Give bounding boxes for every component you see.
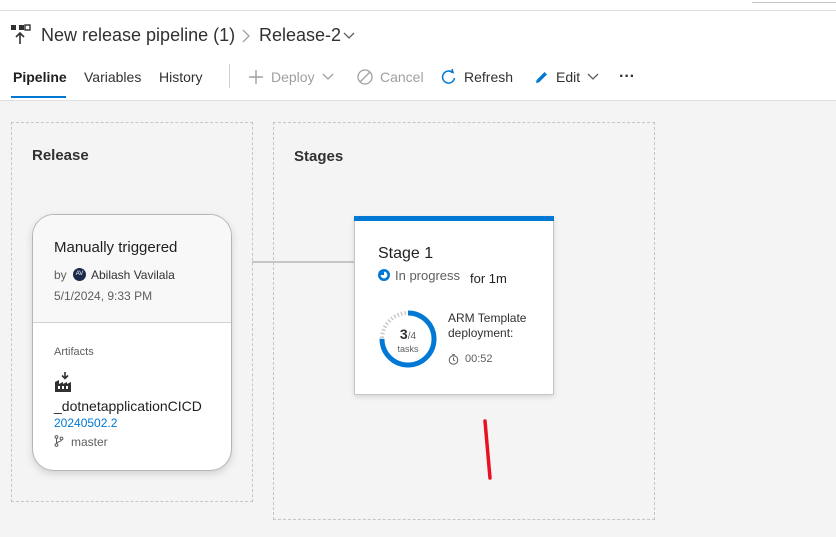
deploy-label: Deploy — [271, 69, 315, 85]
current-task-name: ARM Template deployment: — [448, 311, 527, 340]
tasks-unit: tasks — [397, 344, 419, 354]
stage-status: In progress — [395, 268, 461, 283]
stage-name: Stage 1 — [378, 245, 434, 262]
header-divider — [0, 10, 836, 11]
tasks-done: 3 — [399, 326, 408, 342]
tasks-total: /4 — [407, 331, 417, 342]
branch-icon — [54, 435, 64, 447]
artifacts-label: Artifacts — [54, 346, 94, 358]
stage-duration: for 1m — [470, 271, 507, 286]
refresh-label: Refresh — [464, 69, 514, 85]
tab-variables[interactable]: Variables — [84, 69, 141, 85]
release-dropdown-chevron-icon[interactable] — [342, 30, 356, 42]
breadcrumb-pipeline[interactable]: New release pipeline (1) — [41, 25, 235, 46]
trigger-by-label: by — [54, 268, 67, 282]
trigger-panel: Manually triggered by AV Abilash Vavilal… — [33, 215, 231, 323]
stage-card[interactable]: Stage 1 In progress for 1m 3/4 tasks ARM… — [354, 216, 554, 395]
artifact-version-link[interactable]: 20240502.2 — [54, 416, 117, 430]
task-elapsed: 00:52 — [465, 353, 493, 365]
pipeline-connector — [252, 261, 354, 263]
more-actions-label: ··· — [619, 68, 635, 85]
edit-label: Edit — [556, 69, 581, 85]
red-annotation-mark — [483, 419, 492, 480]
release-pipeline-icon — [11, 24, 31, 44]
plus-icon — [249, 70, 263, 84]
cancel-button[interactable]: Cancel — [356, 66, 424, 88]
cancel-label: Cancel — [380, 69, 424, 85]
refresh-button[interactable]: Refresh — [440, 66, 513, 88]
tab-history[interactable]: History — [159, 69, 203, 85]
top-header: New release pipeline (1) Release-2 Pipel… — [0, 0, 836, 101]
stage-status-bar — [354, 216, 554, 221]
edit-button[interactable]: Edit — [533, 66, 600, 88]
release-section-title: Release — [32, 147, 89, 164]
trigger-date: 5/1/2024, 9:33 PM — [54, 289, 153, 303]
artifact-branch: master — [71, 435, 108, 449]
deploy-button[interactable]: Deploy — [247, 66, 335, 88]
release-artifact-card[interactable]: Manually triggered by AV Abilash Vavilal… — [32, 214, 232, 471]
artifact-name[interactable]: _dotnetapplicationCICD — [54, 398, 202, 414]
cancel-icon — [357, 69, 373, 85]
breadcrumb-release[interactable]: Release-2 — [259, 25, 341, 46]
stages-section-title: Stages — [294, 148, 344, 165]
refresh-icon — [441, 68, 456, 84]
pencil-icon — [536, 71, 547, 83]
timer-icon — [448, 354, 459, 365]
avatar: AV — [73, 268, 86, 281]
tasks-count: 3/4 — [377, 327, 439, 344]
more-actions-button[interactable]: ··· — [619, 66, 635, 88]
build-artifact-icon — [55, 372, 71, 392]
tab-pipeline[interactable]: Pipeline — [13, 69, 67, 85]
in-progress-icon — [378, 269, 390, 281]
window-edge — [752, 0, 836, 3]
breadcrumb-chevron-right-icon — [242, 29, 250, 43]
active-tab-indicator — [11, 96, 66, 98]
chevron-down-icon — [587, 73, 599, 80]
trigger-user: Abilash Vavilala — [91, 268, 175, 282]
trigger-title: Manually triggered — [54, 239, 178, 256]
toolbar-divider — [229, 64, 230, 88]
chevron-down-icon — [322, 73, 334, 80]
